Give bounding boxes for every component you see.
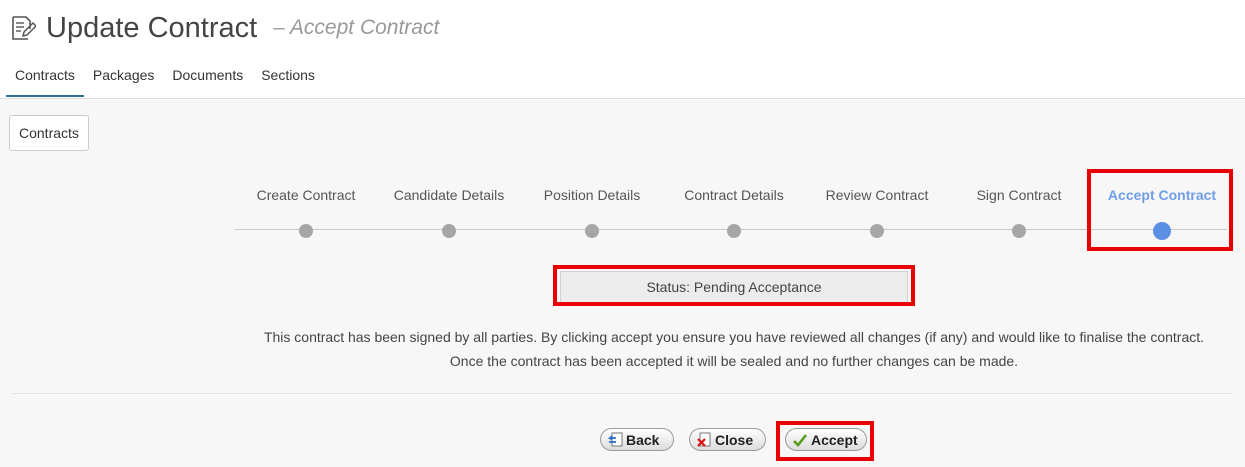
step-label: Create Contract (256, 187, 356, 203)
tab-packages[interactable]: Packages (84, 62, 163, 97)
page-title: Update Contract (46, 11, 258, 44)
back-button-label: Back (626, 431, 660, 448)
step-dot (727, 224, 741, 238)
step-dot (585, 224, 599, 238)
step-sign-contract[interactable]: Sign Contract (949, 187, 1089, 238)
tab-sections[interactable]: Sections (252, 62, 324, 97)
step-label: Contract Details (684, 187, 784, 203)
tab-documents[interactable]: Documents (163, 62, 252, 97)
step-label: Sign Contract (976, 187, 1062, 203)
step-review-contract[interactable]: Review Contract (807, 187, 947, 238)
step-dot (442, 224, 456, 238)
step-label: Candidate Details (393, 187, 505, 203)
step-position-details[interactable]: Position Details (522, 187, 662, 238)
highlight-box-current-step (1087, 169, 1233, 251)
instruction-text-line1: This contract has been signed by all par… (263, 329, 1205, 345)
close-button[interactable]: Close (689, 428, 766, 451)
step-candidate-details[interactable]: Candidate Details (379, 187, 519, 238)
tab-contracts[interactable]: Contracts (6, 62, 84, 97)
back-button[interactable]: Back (600, 428, 674, 451)
divider (12, 393, 1232, 394)
page-subtitle: – Accept Contract (273, 16, 440, 39)
step-dot (1012, 224, 1026, 238)
step-create-contract[interactable]: Create Contract (236, 187, 376, 238)
tab-bar: Contracts Packages Documents Sections (6, 62, 324, 97)
step-label: Review Contract (825, 187, 929, 203)
back-arrow-icon (607, 432, 623, 446)
close-button-label: Close (715, 431, 754, 448)
step-dot (870, 224, 884, 238)
title-row: Update Contract – Accept Contract (10, 10, 439, 46)
document-edit-icon (12, 16, 36, 40)
progress-stepper: Create Contract Candidate Details Positi… (0, 99, 1245, 259)
step-dot (299, 224, 313, 238)
page-header: Update Contract – Accept Contract Contra… (0, 0, 1245, 99)
close-x-icon (697, 432, 711, 447)
highlight-box-status (553, 265, 915, 306)
highlight-box-accept (776, 421, 874, 461)
main-content: Contracts Create Contract Candidate Deta… (0, 99, 1245, 467)
instruction-text-line2: Once the contract has been accepted it w… (449, 353, 1019, 369)
step-label: Position Details (543, 187, 641, 203)
step-contract-details[interactable]: Contract Details (664, 187, 804, 238)
